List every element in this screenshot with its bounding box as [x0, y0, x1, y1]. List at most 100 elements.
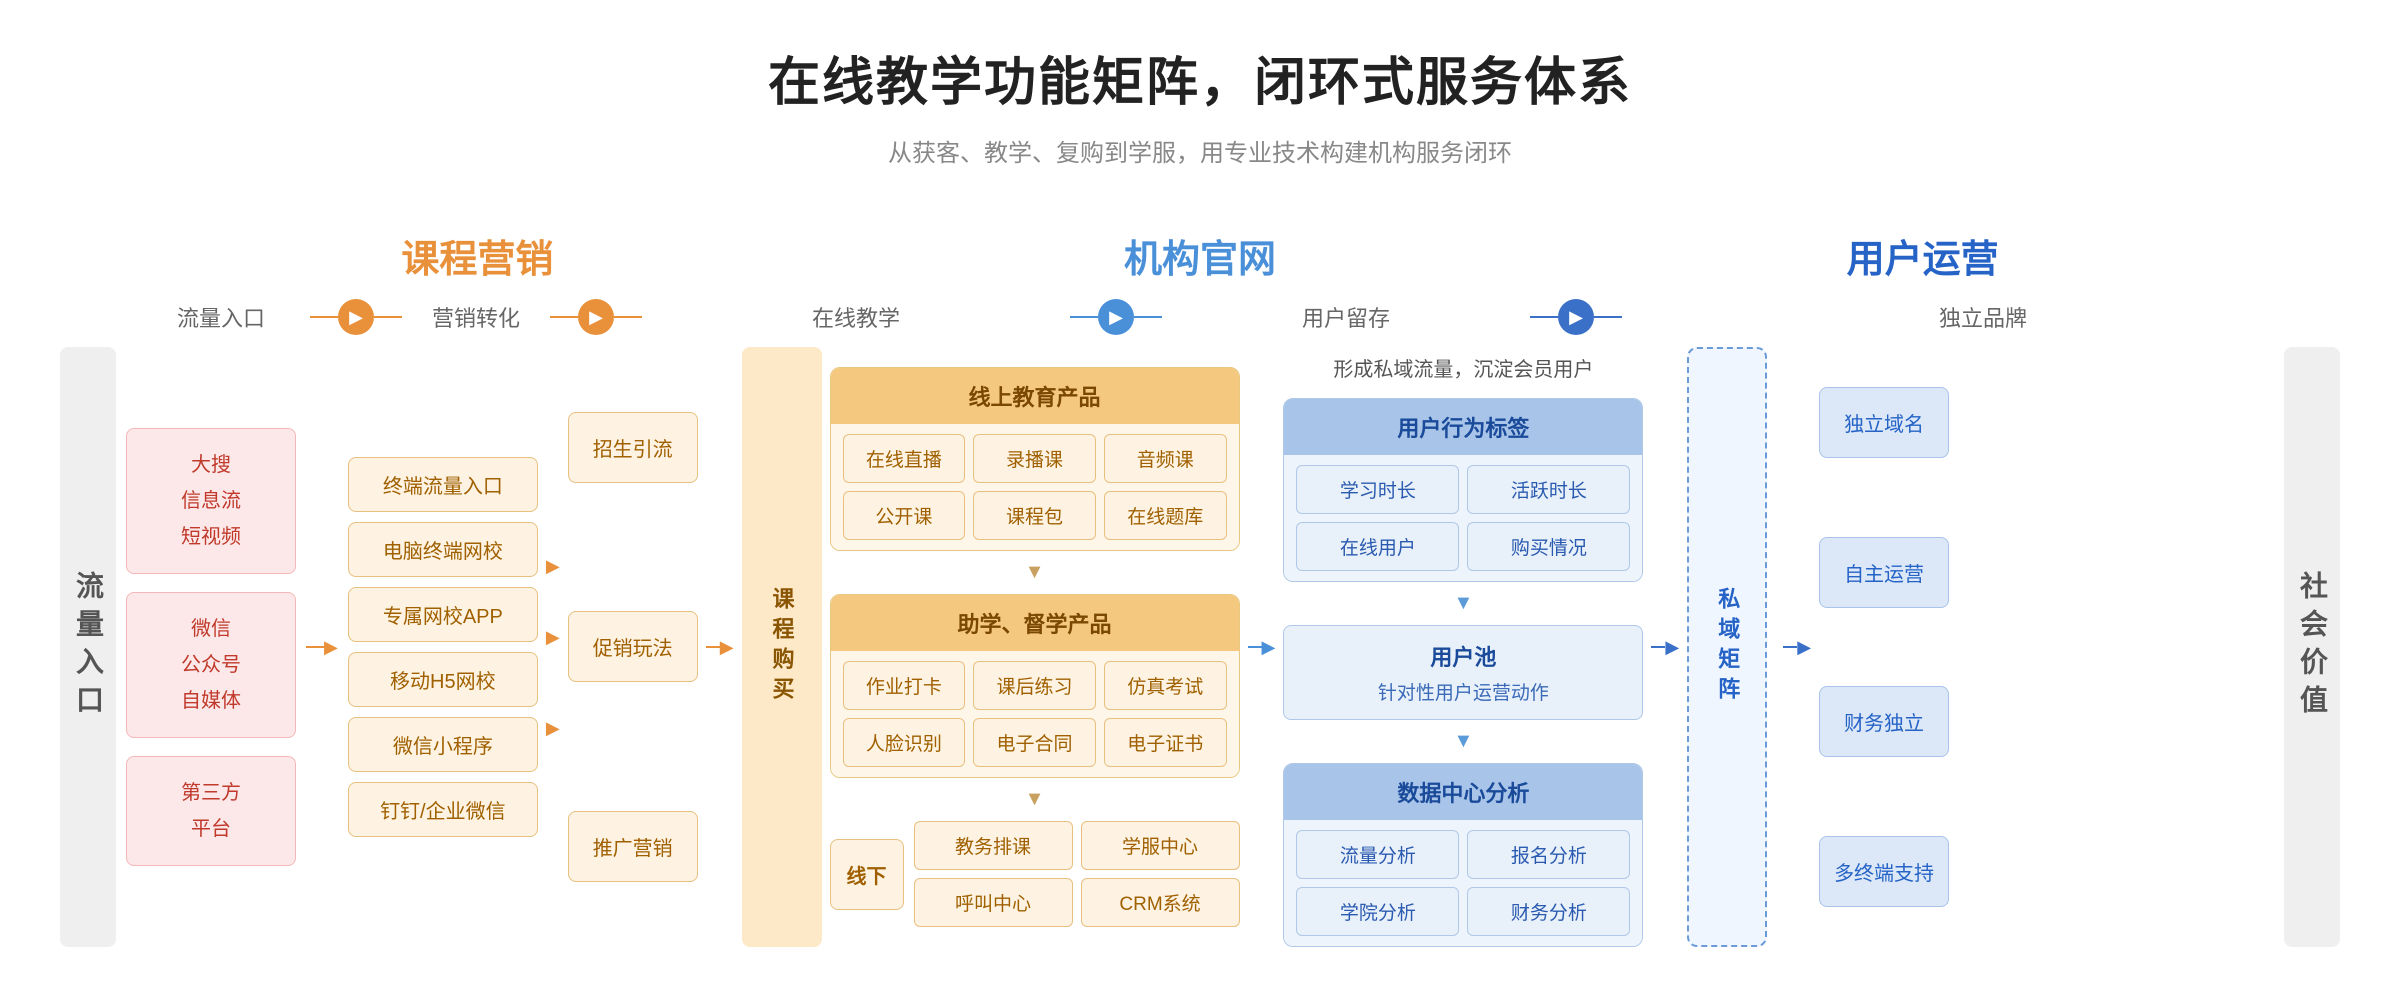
brand-selfops: 自主运营: [1819, 537, 1949, 608]
arrow-3-circle: ▶: [1098, 299, 1134, 335]
flow-label-teach: 在线教学: [646, 301, 1066, 333]
traffic-wechat: 微信 公众号 自媒体: [126, 592, 296, 738]
product-live: 在线直播: [843, 434, 966, 483]
brand-column: 独立域名 自主运营 财务独立 多终端支持: [1819, 347, 1949, 947]
behavior-header: 用户行为标签: [1284, 399, 1642, 455]
behavior-row1: 学习时长 活跃时长: [1296, 465, 1630, 514]
brand-finance: 财务独立: [1819, 686, 1949, 757]
data-row1: 流量分析 报名分析: [1296, 830, 1630, 879]
brand-multi-terminal: 多终端支持: [1819, 836, 1949, 907]
marketing-dingtalk: 钉钉/企业微信: [348, 782, 538, 837]
study-row2: 人脸识别 电子合同 电子证书: [843, 718, 1227, 767]
category-userops: 用户运营: [1847, 228, 1999, 283]
connector-5: ▶: [1783, 637, 1811, 658]
down-arrow-3: ▼: [1283, 592, 1643, 615]
marketing-terminal: 终端流量入口: [348, 457, 538, 512]
connector-3: ▶: [1248, 637, 1276, 658]
study-cert: 电子证书: [1104, 718, 1227, 767]
flow-label-row: 流量入口 ▶ 营销转化 ▶ 在线教学 ▶ 用户留存 ▶: [60, 299, 2340, 335]
data-finance: 财务分析: [1467, 887, 1630, 936]
brand-domain: 独立域名: [1819, 387, 1949, 458]
conv-marketing: 推广营销: [568, 811, 698, 882]
marketing-app: 专属网校APP: [348, 587, 538, 642]
small-arrows-1: ▶ ▶ ▶: [546, 556, 560, 739]
flow-label-marketing: 营销转化: [406, 301, 546, 333]
online-edu-body: 在线直播 录播课 音频课 公开课 课程包 在线题库: [831, 424, 1239, 550]
study-products-header: 助学、督学产品: [831, 595, 1239, 651]
offline-section: 线下 教务排课 学服中心 呼叫中心 CRM系统: [830, 821, 1240, 927]
user-pool-sub: 针对性用户运营动作: [1298, 678, 1628, 705]
arrow-2-circle: ▶: [578, 299, 614, 335]
data-signup: 报名分析: [1467, 830, 1630, 879]
inner-content: 大搜 信息流 短视频 微信 公众号 自媒体 第三方 平台 ▶ 终端流量入口 电脑…: [116, 347, 2284, 947]
offline-items: 教务排课 学服中心 呼叫中心 CRM系统: [914, 821, 1240, 927]
marketing-pc: 电脑终端网校: [348, 522, 538, 577]
offline-crm: CRM系统: [1081, 878, 1240, 927]
online-edu-products: 线上教育产品 在线直播 录播课 音频课 公开课 课程包 在线题库: [830, 367, 1240, 551]
conversion-column: 招生引流 促销玩法 推广营销: [568, 347, 698, 947]
product-package: 课程包: [973, 491, 1096, 540]
behavior-body: 学习时长 活跃时长 在线用户 购买情况: [1284, 455, 1642, 581]
product-audio: 音频课: [1104, 434, 1227, 483]
flow-label-retain: 用户留存: [1166, 301, 1526, 333]
conv-recruit: 招生引流: [568, 412, 698, 483]
behavior-section: 用户行为标签 学习时长 活跃时长 在线用户 购买情况: [1283, 398, 1643, 582]
traffic-sources-column: 大搜 信息流 短视频 微信 公众号 自媒体 第三方 平台: [126, 428, 296, 866]
product-quiz: 在线题库: [1104, 491, 1227, 540]
user-retention-column: 形成私域流量，沉淀会员用户 用户行为标签 学习时长 活跃时长 在线用户 购买情况: [1283, 347, 1643, 947]
arrow-4-circle: ▶: [1558, 299, 1594, 335]
product-open: 公开课: [843, 491, 966, 540]
connector-1: ▶: [306, 637, 338, 658]
course-buy-label: 课程购买: [742, 347, 822, 947]
behavior-purchase: 购买情况: [1467, 522, 1630, 571]
study-homework: 作业打卡: [843, 661, 966, 710]
offline-service: 学服中心: [1081, 821, 1240, 870]
behavior-study-time: 学习时长: [1296, 465, 1459, 514]
down-arrow-2: ▼: [830, 788, 1240, 811]
category-headers-row: 课程营销 机构官网 用户运营: [60, 228, 2340, 283]
traffic-third: 第三方 平台: [126, 756, 296, 866]
down-arrow-4: ▼: [1283, 730, 1643, 753]
left-label-traffic: 流量入口: [60, 347, 116, 947]
down-arrow-1: ▼: [830, 561, 1240, 584]
online-teaching-column: 线上教育产品 在线直播 录播课 音频课 公开课 课程包 在线题库: [830, 367, 1240, 927]
study-contract: 电子合同: [973, 718, 1096, 767]
data-traffic: 流量分析: [1296, 830, 1459, 879]
arrow-1-circle: ▶: [338, 299, 374, 335]
study-products: 助学、督学产品 作业打卡 课后练习 仿真考试 人脸识别 电子合同 电子证书: [830, 594, 1240, 778]
offline-label: 线下: [830, 839, 904, 910]
connector-4: ▶: [1651, 637, 1679, 658]
study-row1: 作业打卡 课后练习 仿真考试: [843, 661, 1227, 710]
user-pool-header: 用户池: [1298, 640, 1628, 672]
offline-row1: 教务排课 学服中心: [914, 821, 1240, 870]
flow-label-brand: 独立品牌: [1626, 301, 2340, 333]
offline-schedule: 教务排课: [914, 821, 1073, 870]
online-edu-header: 线上教育产品: [831, 368, 1239, 424]
online-edu-row1: 在线直播 录播课 音频课: [843, 434, 1227, 483]
right-label-social: 社会价值: [2284, 347, 2340, 947]
study-products-body: 作业打卡 课后练习 仿真考试 人脸识别 电子合同 电子证书: [831, 651, 1239, 777]
offline-row2: 呼叫中心 CRM系统: [914, 878, 1240, 927]
category-website: 机构官网: [1124, 228, 1276, 283]
behavior-online-user: 在线用户: [1296, 522, 1459, 571]
private-matrix-label: 私域矩阵: [1687, 347, 1767, 947]
online-edu-row2: 公开课 课程包 在线题库: [843, 491, 1227, 540]
data-center-section: 数据中心分析 流量分析 报名分析 学院分析 财务分析: [1283, 763, 1643, 947]
data-academy: 学院分析: [1296, 887, 1459, 936]
product-recorded: 录播课: [973, 434, 1096, 483]
study-face: 人脸识别: [843, 718, 966, 767]
page-title: 在线教学功能矩阵，闭环式服务体系: [60, 40, 2340, 115]
conv-promo: 促销玩法: [568, 611, 698, 682]
study-exam: 仿真考试: [1104, 661, 1227, 710]
marketing-mobile: 移动H5网校: [348, 652, 538, 707]
flow-label-traffic: 流量入口: [136, 301, 306, 333]
connector-2: ▶: [706, 637, 734, 658]
data-row2: 学院分析 财务分析: [1296, 887, 1630, 936]
category-marketing: 课程营销: [401, 228, 553, 283]
data-center-body: 流量分析 报名分析 学院分析 财务分析: [1284, 820, 1642, 946]
main-content-area: 流量入口 大搜 信息流 短视频 微信 公众号 自媒体 第三方 平台 ▶ 终端流量…: [60, 347, 2340, 947]
page-subtitle: 从获客、教学、复购到学服，用专业技术构建机构服务闭环: [60, 133, 2340, 168]
user-pool-section: 用户池 针对性用户运营动作: [1283, 625, 1643, 720]
data-center-header: 数据中心分析: [1284, 764, 1642, 820]
offline-call: 呼叫中心: [914, 878, 1073, 927]
